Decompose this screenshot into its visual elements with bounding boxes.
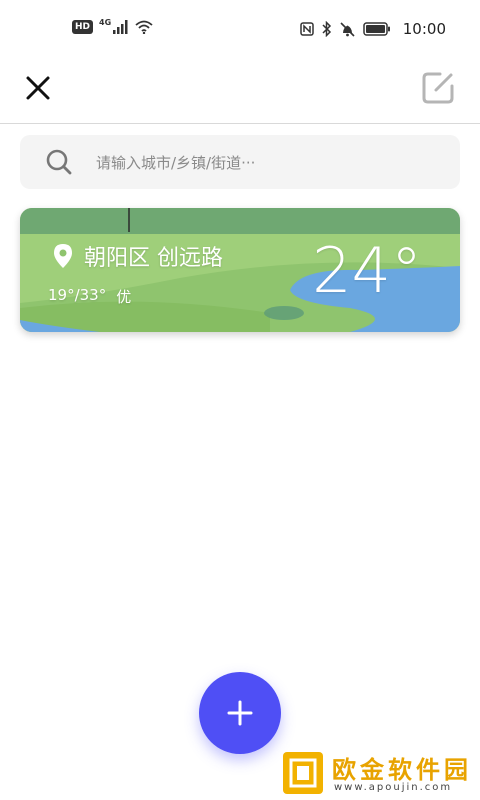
watermark-logo-icon [283, 752, 323, 794]
signal-icon [113, 20, 128, 34]
edit-icon[interactable] [420, 70, 456, 106]
search-icon [46, 149, 72, 175]
hd-badge: HD [72, 20, 94, 34]
status-left: HD 4G [72, 17, 153, 34]
header-divider [0, 123, 480, 124]
air-quality: 优 [116, 288, 132, 306]
search-input[interactable] [94, 135, 448, 191]
city-weather-card[interactable]: 朝阳区 创远路 19°/33° 优 24° [20, 208, 460, 332]
top-bar [0, 60, 480, 124]
nfc-icon [300, 22, 314, 36]
wifi-icon [135, 20, 153, 34]
close-icon[interactable] [22, 72, 54, 104]
card-details: 19°/33° 优 [48, 286, 131, 307]
status-bar: HD 4G 10:00 [0, 0, 480, 60]
add-city-button[interactable] [199, 672, 281, 754]
plus-icon [227, 700, 253, 726]
status-time: 10:00 [402, 20, 446, 38]
card-location: 朝阳区 创远路 [52, 240, 223, 272]
network-type: 4G [99, 17, 112, 27]
watermark-url: www.apoujin.com [334, 782, 453, 793]
watermark-text: 欧金软件园 [332, 756, 472, 784]
bluetooth-icon [322, 21, 331, 37]
watermark: 欧金软件园 www.apoujin.com [280, 748, 476, 798]
search-bar[interactable] [20, 135, 460, 191]
status-right: 10:00 [300, 20, 446, 38]
battery-icon [363, 22, 390, 36]
mute-icon [340, 21, 355, 37]
location-pin-icon [54, 244, 72, 268]
current-temperature: 24° [312, 234, 422, 307]
temperature-range: 19°/33° [48, 286, 107, 304]
location-name: 朝阳区 创远路 [84, 246, 223, 271]
